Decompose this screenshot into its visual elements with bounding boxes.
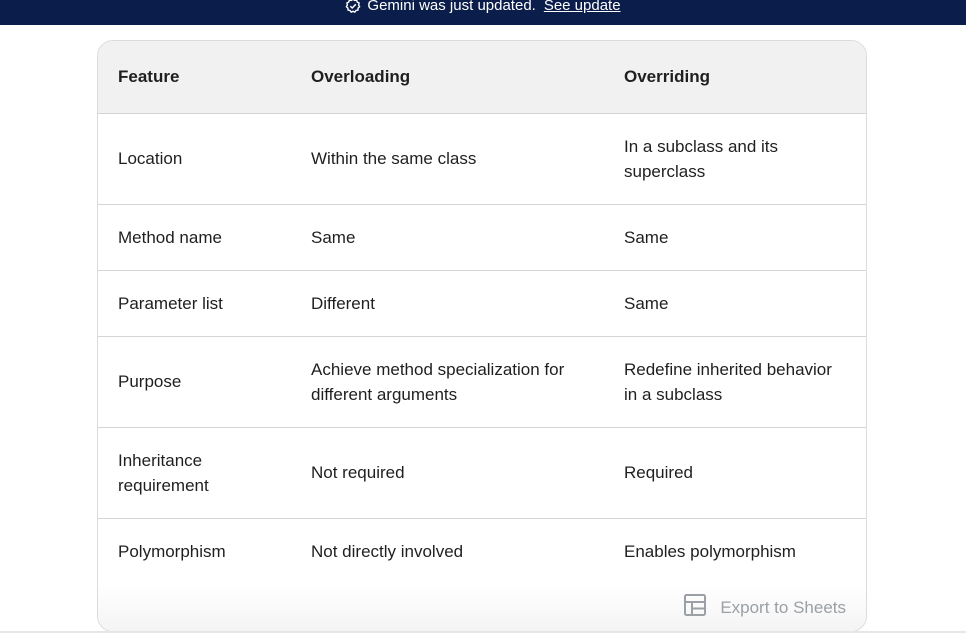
cell-overriding: In a subclass and its superclass — [624, 136, 779, 181]
header-feature: Feature — [98, 41, 291, 114]
export-to-sheets-button[interactable]: Export to Sheets — [683, 593, 846, 622]
cell-overloading: Different — [311, 293, 375, 313]
cell-overloading: Same — [311, 227, 356, 247]
cell-feature: Inheritance requirement — [118, 450, 209, 495]
cell-feature: Location — [118, 149, 183, 168]
cell-feature: Parameter list — [118, 293, 223, 313]
cell-feature: Method name — [118, 227, 222, 247]
table-row: Inheritance requirement Not required Req… — [98, 427, 866, 518]
cell-overriding: Enables polymorphism — [624, 541, 796, 561]
cell-overriding: Same — [624, 227, 669, 247]
cell-overriding: Redefine inherited behavior in a subclas… — [624, 359, 832, 404]
table-row: Purpose Achieve method specialization fo… — [98, 336, 866, 427]
table-header-row: Feature Overloading Overriding — [98, 41, 866, 114]
comparison-table: Feature Overloading Overriding Location … — [98, 41, 866, 585]
header-overloading: Overloading — [291, 41, 604, 114]
update-banner: Gemini was just updated. See update — [0, 0, 966, 25]
cell-feature: Purpose — [118, 372, 182, 391]
cell-overriding: Same — [624, 293, 669, 313]
table-row: Method name Same Same — [98, 204, 866, 270]
header-overriding: Overriding — [604, 41, 866, 114]
banner-message: Gemini was just updated. — [367, 0, 536, 14]
comparison-table-card: Feature Overloading Overriding Location … — [97, 40, 867, 632]
cell-overloading: Achieve method specialization for differ… — [311, 359, 565, 404]
table-row: Polymorphism Not directly involved Enabl… — [98, 518, 866, 584]
see-update-link[interactable]: See update — [544, 0, 621, 15]
badge-check-icon — [345, 0, 361, 14]
cell-overloading: Within the same class — [311, 149, 477, 168]
table-row: Location Within the same class In a subc… — [98, 113, 866, 204]
cell-feature: Polymorphism — [118, 541, 226, 561]
cell-overloading: Not directly involved — [311, 541, 464, 561]
export-label: Export to Sheets — [720, 597, 846, 617]
table-row: Parameter list Different Same — [98, 270, 866, 336]
cell-overriding: Required — [624, 463, 693, 482]
cell-overloading: Not required — [311, 463, 405, 482]
table-footer: Export to Sheets — [98, 584, 866, 631]
table-icon — [683, 593, 707, 622]
